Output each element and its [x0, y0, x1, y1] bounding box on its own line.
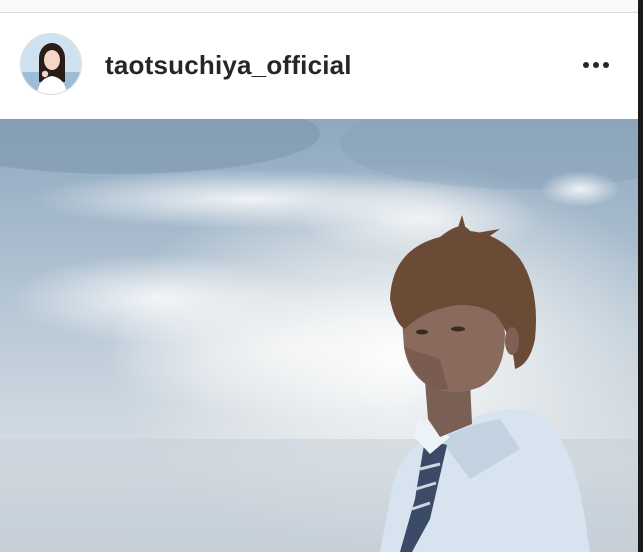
profile-avatar-icon[interactable]	[20, 33, 82, 95]
more-options-icon	[583, 62, 609, 68]
post-photo[interactable]	[0, 119, 643, 552]
more-options-button[interactable]	[577, 43, 617, 83]
top-divider	[0, 0, 643, 13]
post-header: taotsuchiya_official	[0, 13, 643, 120]
window-edge	[638, 0, 643, 552]
username-link[interactable]: taotsuchiya_official	[105, 50, 352, 81]
